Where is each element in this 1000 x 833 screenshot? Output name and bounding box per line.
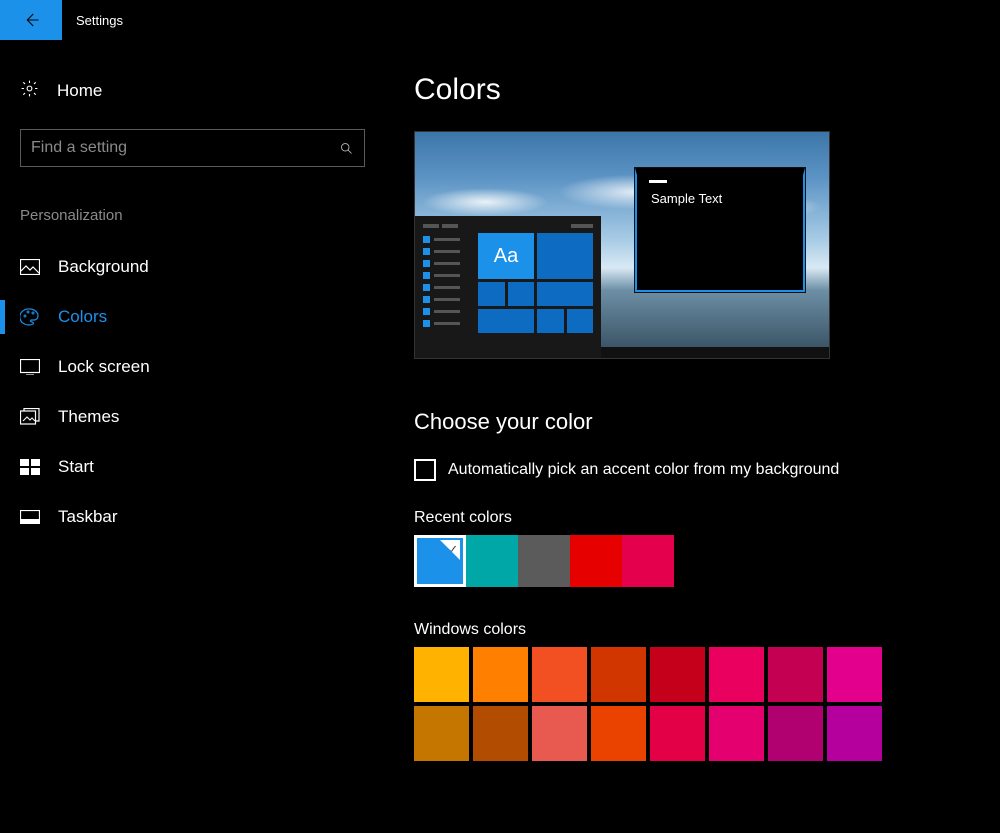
windows-color-swatch[interactable]: [709, 706, 764, 761]
recent-color-swatch[interactable]: [518, 535, 570, 587]
windows-color-swatch[interactable]: [768, 647, 823, 702]
nav-item-label: Colors: [58, 307, 107, 327]
nav-list: Background Colors Lock screen Themes: [20, 242, 360, 542]
taskbar-icon: [20, 508, 40, 526]
nav-item-label: Themes: [58, 407, 119, 427]
recent-colors-heading: Recent colors: [414, 509, 980, 527]
picture-icon: [20, 258, 40, 276]
nav-item-lockscreen[interactable]: Lock screen: [20, 342, 360, 392]
recent-color-swatch[interactable]: [570, 535, 622, 587]
preview-taskbar: [601, 347, 829, 358]
nav-item-label: Lock screen: [58, 357, 150, 377]
title-bar: Settings: [0, 0, 1000, 40]
preview-tile-aa: Aa: [478, 233, 534, 279]
windows-color-swatch[interactable]: [532, 647, 587, 702]
windows-color-swatch[interactable]: [532, 706, 587, 761]
nav-item-background[interactable]: Background: [20, 242, 360, 292]
auto-pick-label: Automatically pick an accent color from …: [448, 461, 839, 479]
nav-item-themes[interactable]: Themes: [20, 392, 360, 442]
windows-color-swatch[interactable]: [827, 706, 882, 761]
windows-color-swatch[interactable]: [414, 706, 469, 761]
windows-color-swatch[interactable]: [709, 647, 764, 702]
preview-startmenu: Aa: [415, 216, 601, 358]
arrow-left-icon: [22, 11, 40, 29]
palette-icon: [20, 308, 40, 326]
nav-item-colors[interactable]: Colors: [20, 292, 360, 342]
auto-pick-checkbox[interactable]: [414, 459, 436, 481]
start-icon: [20, 458, 40, 476]
windows-color-swatch[interactable]: [768, 706, 823, 761]
section-label: Personalization: [20, 207, 360, 224]
windows-colors-grid: [414, 647, 980, 761]
gear-icon: [20, 79, 39, 103]
color-preview: Aa Sample Text: [414, 131, 830, 359]
recent-color-swatch[interactable]: [622, 535, 674, 587]
search-input-wrapper[interactable]: [20, 129, 365, 167]
windows-color-swatch[interactable]: [591, 706, 646, 761]
search-input[interactable]: [31, 139, 339, 157]
preview-sample-text: Sample Text: [651, 191, 789, 206]
lockscreen-icon: [20, 358, 40, 376]
windows-color-swatch[interactable]: [650, 647, 705, 702]
app-title: Settings: [76, 13, 123, 28]
recent-colors-row: [414, 535, 980, 587]
windows-colors-heading: Windows colors: [414, 621, 980, 639]
choose-color-heading: Choose your color: [414, 409, 980, 435]
nav-item-start[interactable]: Start: [20, 442, 360, 492]
windows-color-swatch[interactable]: [650, 706, 705, 761]
nav-item-label: Start: [58, 457, 94, 477]
preview-window: Sample Text: [635, 168, 805, 292]
nav-item-label: Background: [58, 257, 149, 277]
search-icon: [339, 141, 354, 156]
nav-item-taskbar[interactable]: Taskbar: [20, 492, 360, 542]
recent-color-swatch[interactable]: [466, 535, 518, 587]
sidebar: Home Personalization Background Colors: [0, 40, 380, 761]
recent-color-swatch[interactable]: [414, 535, 466, 587]
nav-home-label: Home: [57, 81, 102, 101]
windows-color-swatch[interactable]: [473, 647, 528, 702]
main-content: Colors Aa: [380, 40, 1000, 761]
themes-icon: [20, 408, 40, 426]
windows-color-swatch[interactable]: [827, 647, 882, 702]
windows-color-swatch[interactable]: [414, 647, 469, 702]
windows-color-swatch[interactable]: [591, 647, 646, 702]
nav-home[interactable]: Home: [20, 73, 360, 109]
page-title: Colors: [414, 73, 980, 107]
auto-pick-row[interactable]: Automatically pick an accent color from …: [414, 459, 980, 481]
back-button[interactable]: [0, 0, 62, 40]
nav-item-label: Taskbar: [58, 507, 118, 527]
windows-color-swatch[interactable]: [473, 706, 528, 761]
